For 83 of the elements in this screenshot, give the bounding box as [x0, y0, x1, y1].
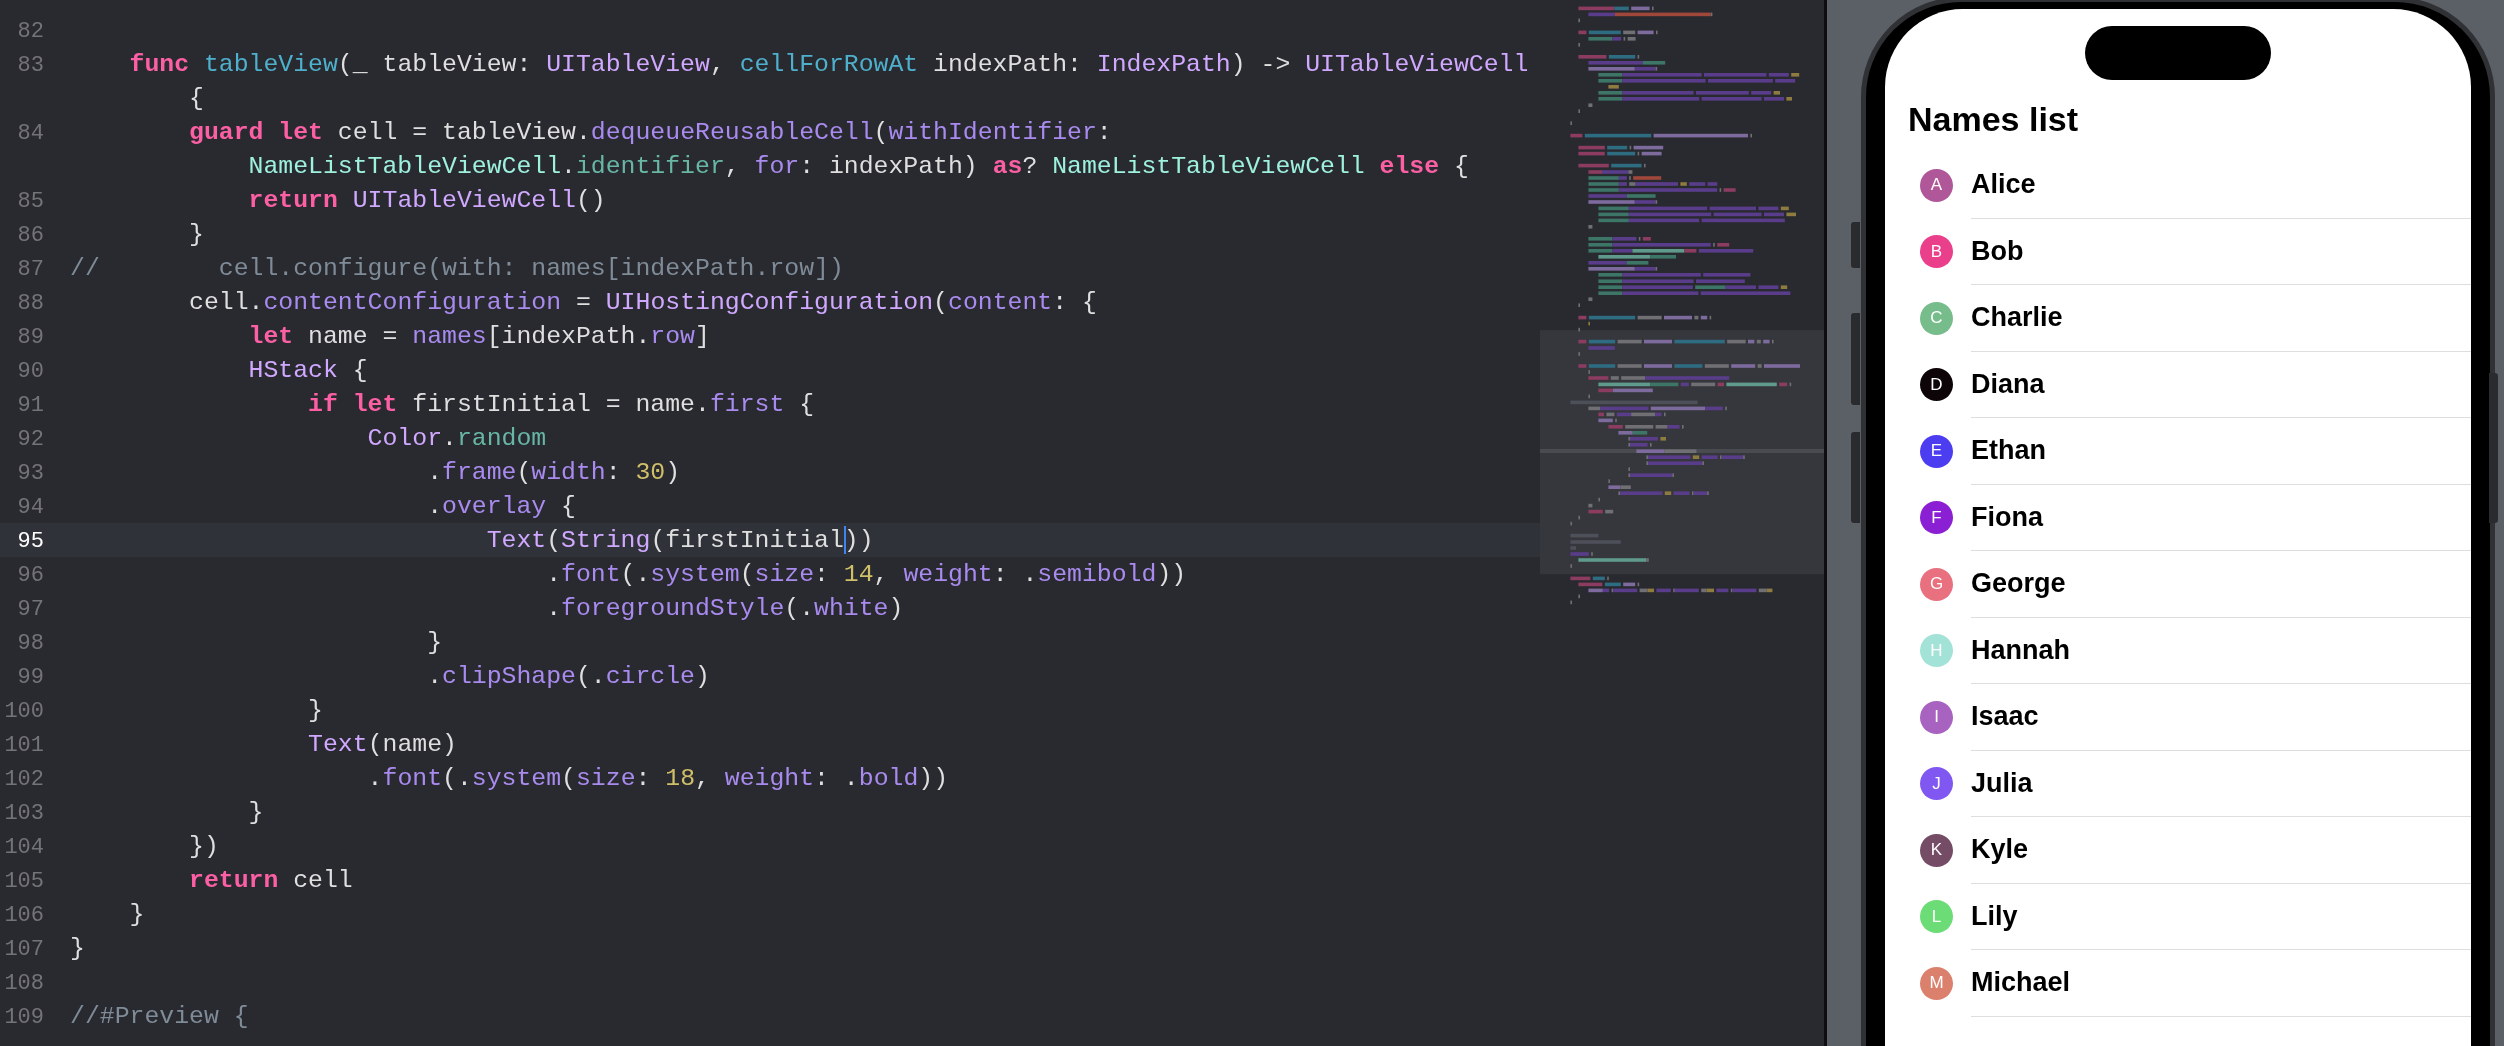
- code-line: }: [247, 797, 264, 828]
- code-line: Text(String(firstInitial)): [485, 525, 874, 556]
- code-line: Text(name): [307, 729, 457, 760]
- code-line: }: [426, 627, 442, 658]
- line-number: 88: [17, 291, 44, 316]
- code-line: guard let cell = tableView.dequeueReusableCell(withIdentifier:: [188, 117, 1112, 148]
- code-line: return cell: [188, 865, 353, 896]
- code-line: .overlay {: [426, 491, 576, 522]
- line-number: 84: [17, 121, 44, 146]
- initial-avatar: L: [1920, 900, 1953, 934]
- code-line: }: [307, 695, 323, 726]
- line-number: 95: [17, 529, 44, 554]
- initial-avatar: F: [1920, 501, 1953, 535]
- contact-name: Isaac: [1971, 701, 2039, 733]
- code-line: .frame(width: 30): [426, 457, 681, 488]
- code-line: }: [188, 219, 204, 250]
- contact-name: Julia: [1971, 767, 2033, 799]
- contact-name: Lily: [1971, 900, 2018, 932]
- contact-name: Bob: [1971, 235, 2024, 267]
- code-line: // cell.configure(with: names[indexPath.row]): [70, 253, 844, 284]
- contact-name: George: [1971, 568, 2066, 600]
- code-line: if let firstInitial = name.first {: [307, 389, 815, 420]
- initial-avatar: H: [1920, 634, 1953, 668]
- line-number: 103: [4, 801, 44, 826]
- line-number: 93: [17, 461, 44, 486]
- line-number: 108: [4, 971, 44, 996]
- initial-avatar: M: [1920, 966, 1953, 1000]
- line-number: 90: [17, 359, 44, 384]
- contact-name: Ethan: [1971, 435, 2046, 467]
- code-line: return UITableViewCell(): [247, 185, 606, 216]
- line-number: 99: [17, 665, 44, 690]
- code-line: }: [70, 933, 85, 964]
- contact-name: Charlie: [1971, 302, 2063, 334]
- line-number: 104: [4, 835, 44, 860]
- line-number: 102: [4, 767, 44, 792]
- line-number: 105: [4, 869, 44, 894]
- code-line: NameListTableViewCell.identifier, for: indexPath) as? NameListTableViewCell else {: [247, 151, 1469, 182]
- contact-name: Alice: [1971, 169, 2036, 201]
- code-line: .foregroundStyle(.white): [545, 593, 904, 624]
- contact-name: Michael: [1971, 967, 2071, 999]
- code-line: Color.random: [366, 423, 547, 454]
- code-line: }: [128, 899, 145, 930]
- line-number: 82: [17, 19, 44, 44]
- line-number: 83: [17, 53, 44, 78]
- initial-avatar: G: [1920, 567, 1953, 601]
- code-line: .clipShape(.circle): [426, 661, 710, 692]
- code-line: let name = names[indexPath.row]: [247, 321, 710, 352]
- initial-avatar: C: [1920, 301, 1953, 335]
- code-line: cell.contentConfiguration = UIHostingConfiguration(content: {: [188, 287, 1097, 318]
- initial-avatar: K: [1920, 833, 1953, 867]
- code-line: func tableView(_ tableView: UITableView, cellForRowAt indexPath: IndexPath) -> UITableViewCell: [128, 49, 1529, 80]
- initial-avatar: A: [1920, 168, 1953, 202]
- line-number: 98: [17, 631, 44, 656]
- initial-avatar: E: [1920, 434, 1953, 468]
- line-number: 97: [17, 597, 44, 622]
- line-number: 87: [17, 257, 44, 282]
- line-number: 107: [4, 937, 44, 962]
- line-number: 91: [17, 393, 44, 418]
- contact-name: Hannah: [1971, 634, 2070, 666]
- contact-name: Fiona: [1971, 501, 2043, 533]
- code-line: {: [188, 83, 204, 114]
- code-line: .font(.system(size: 14, weight: .semibold)): [545, 559, 1187, 590]
- line-number: 101: [4, 733, 44, 758]
- code-line: .font(.system(size: 18, weight: .bold)): [366, 763, 949, 794]
- code-line: }): [188, 831, 219, 862]
- initial-avatar: B: [1920, 235, 1953, 269]
- initial-avatar: I: [1920, 700, 1953, 734]
- line-number: 109: [4, 1005, 44, 1030]
- contact-name: Diana: [1971, 368, 2045, 400]
- line-number: 106: [4, 903, 44, 928]
- contact-name: Kyle: [1971, 834, 2029, 866]
- line-number: 92: [17, 427, 44, 452]
- line-number: 94: [17, 495, 44, 520]
- initial-avatar: J: [1920, 767, 1953, 801]
- initial-avatar: D: [1920, 368, 1953, 402]
- line-number: 96: [17, 563, 44, 588]
- code-line: HStack {: [247, 355, 368, 386]
- line-number: 85: [17, 189, 44, 214]
- line-number: 89: [17, 325, 44, 350]
- screen-title: Names list: [1907, 99, 2080, 140]
- line-number: 86: [17, 223, 44, 248]
- code-line: //#Preview {: [70, 1001, 249, 1032]
- line-number: 100: [4, 699, 44, 724]
